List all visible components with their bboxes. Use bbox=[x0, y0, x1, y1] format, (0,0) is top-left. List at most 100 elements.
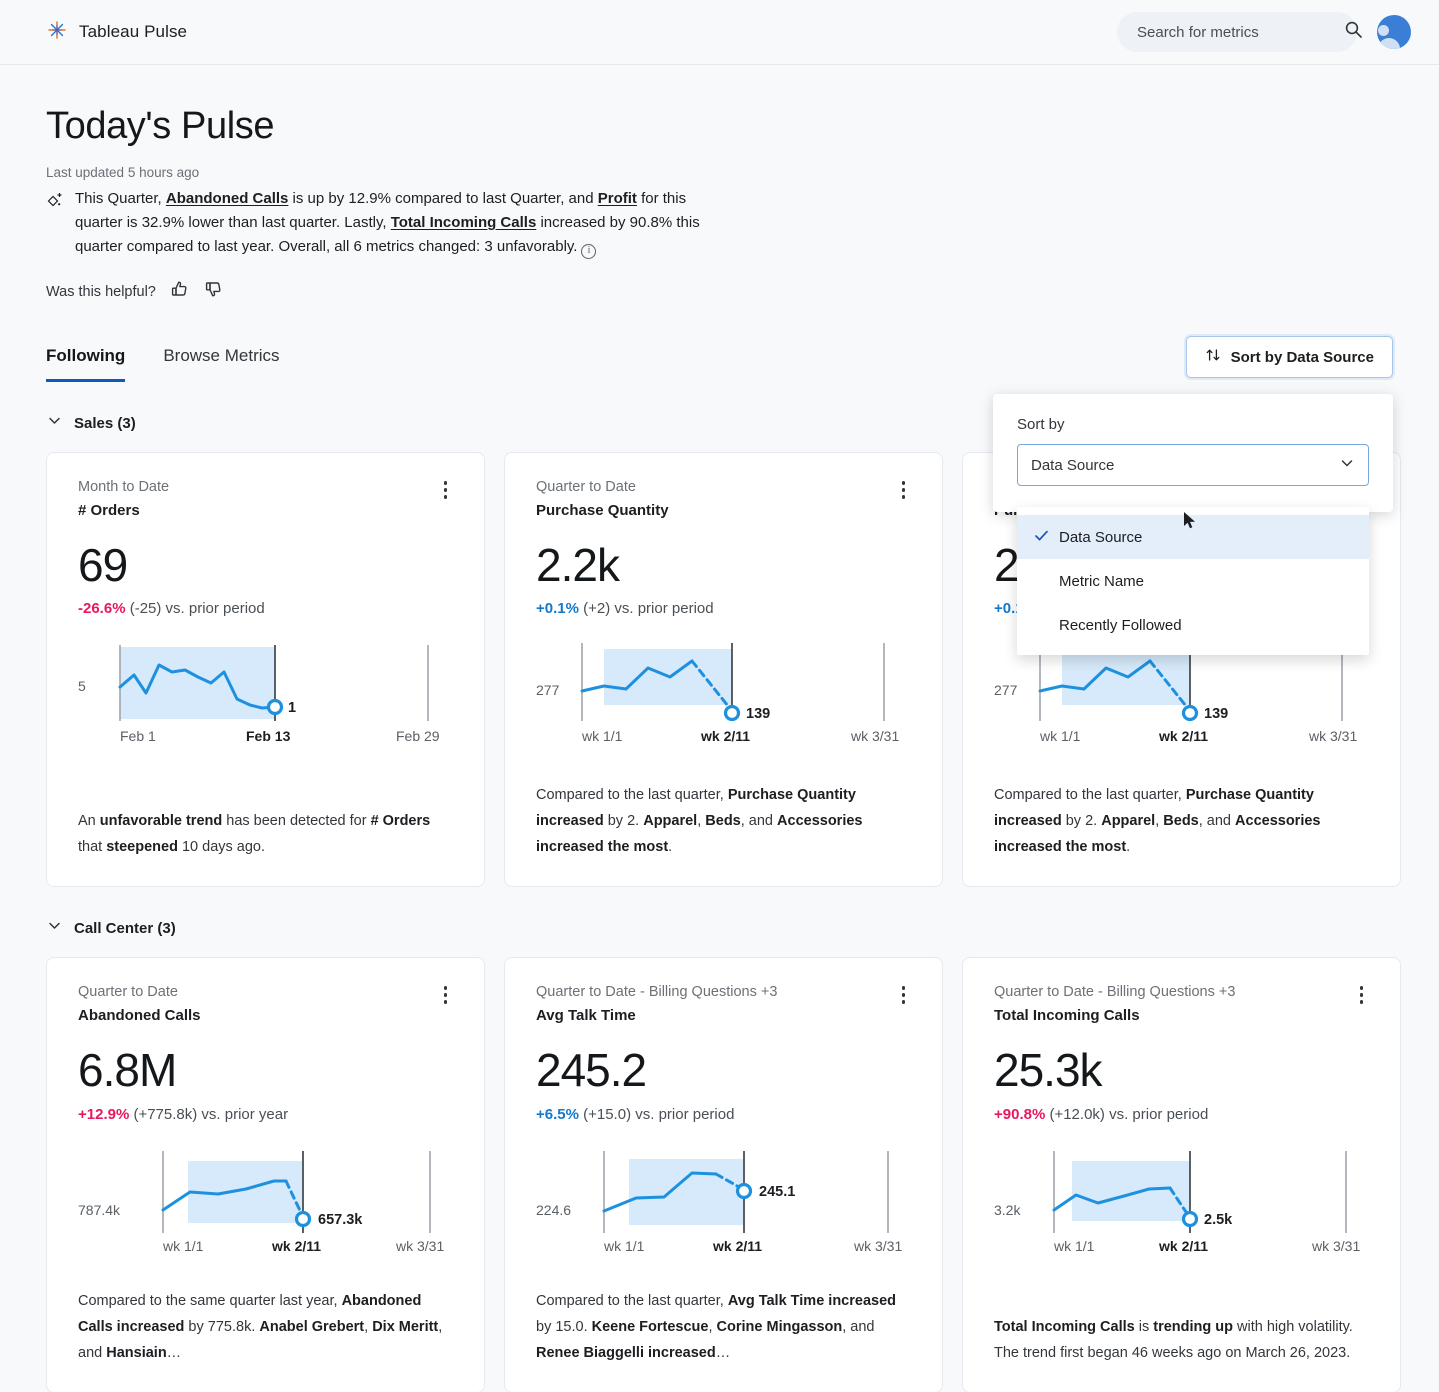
group-header-call-center[interactable]: Call Center (3) bbox=[46, 917, 1393, 939]
chart-y-label: 787.4k bbox=[78, 1202, 121, 1218]
metric-card[interactable]: Quarter to Date - Billing Questions +3 A… bbox=[504, 957, 943, 1392]
tab-browse-metrics[interactable]: Browse Metrics bbox=[163, 346, 279, 382]
card-delta: +12.9% (+775.8k) vs. prior year bbox=[78, 1106, 453, 1123]
chart-x-tick-0: wk 1/1 bbox=[1053, 1238, 1095, 1254]
chart-y-label: 5 bbox=[78, 678, 86, 694]
card-period: Quarter to Date bbox=[78, 982, 201, 1003]
avatar-head bbox=[1378, 25, 1389, 36]
card-insight-text: An unfavorable trend has been detected f… bbox=[78, 782, 453, 860]
avatar[interactable] bbox=[1377, 15, 1411, 49]
chart-x-tick-2: wk 3/31 bbox=[853, 1238, 902, 1254]
thumbs-down-icon[interactable] bbox=[204, 279, 224, 304]
chart-x-tick-0: wk 1/1 bbox=[603, 1238, 645, 1254]
chart-end-label: 139 bbox=[746, 706, 770, 722]
search-box[interactable] bbox=[1117, 12, 1357, 52]
card-delta-pct: +0.1% bbox=[536, 600, 579, 617]
chart-y-label: 277 bbox=[536, 682, 560, 698]
chart-x-tick-0: Feb 1 bbox=[120, 728, 156, 744]
chart-end-label: 139 bbox=[1204, 706, 1228, 722]
insight-link-abandoned-calls[interactable]: Abandoned Calls bbox=[166, 190, 289, 207]
metric-card[interactable]: Quarter to Date - Billing Questions +3 T… bbox=[962, 957, 1401, 1392]
thumbs-up-icon[interactable] bbox=[170, 279, 190, 304]
card-sparkline-chart: 5 1 Feb 1 Feb 13 Feb 29 bbox=[78, 639, 453, 756]
chart-x-tick-1: wk 2/11 bbox=[271, 1238, 321, 1254]
group-title: Call Center (3) bbox=[74, 920, 176, 937]
insight-seg-1: This Quarter, bbox=[75, 190, 166, 207]
tab-list: Following Browse Metrics bbox=[46, 346, 280, 382]
sort-popover: Sort by Data Source Data Source bbox=[993, 394, 1393, 512]
card-delta-pct: -26.6% bbox=[78, 600, 126, 617]
feedback-label: Was this helpful? bbox=[46, 284, 156, 300]
metric-card[interactable]: Month to Date # Orders 69 -26.6% (-25) v… bbox=[46, 452, 485, 887]
card-header: Quarter to Date - Billing Questions +3 A… bbox=[536, 982, 911, 1024]
metric-card[interactable]: Quarter to Date Purchase Quantity 2.2k +… bbox=[504, 452, 943, 887]
info-icon[interactable]: i bbox=[581, 244, 596, 259]
brand[interactable]: Tableau Pulse bbox=[46, 19, 187, 46]
card-delta: +6.5% (+15.0) vs. prior period bbox=[536, 1106, 911, 1123]
tab-following[interactable]: Following bbox=[46, 346, 125, 382]
card-period: Quarter to Date - Billing Questions +3 bbox=[994, 982, 1235, 1003]
card-menu-kebab-icon[interactable] bbox=[896, 982, 912, 1008]
chart-end-label: 657.3k bbox=[318, 1212, 363, 1228]
card-metric-name: Total Incoming Calls bbox=[994, 1007, 1235, 1024]
card-delta-rest: (+15.0) vs. prior period bbox=[579, 1106, 735, 1123]
card-delta-rest: (+2) vs. prior period bbox=[579, 600, 714, 617]
card-delta-rest: (-25) vs. prior period bbox=[126, 600, 265, 617]
card-menu-kebab-icon[interactable] bbox=[438, 477, 454, 503]
sort-option-recently-followed[interactable]: Recently Followed bbox=[1017, 603, 1369, 647]
check-icon bbox=[1033, 527, 1059, 548]
metric-card[interactable]: Quarter to Date Abandoned Calls 6.8M +12… bbox=[46, 957, 485, 1392]
card-header: Quarter to Date Abandoned Calls bbox=[78, 982, 453, 1024]
chart-x-tick-1: wk 2/11 bbox=[712, 1238, 762, 1254]
chart-x-tick-2: wk 3/31 bbox=[1308, 728, 1357, 744]
top-navigation-bar: Tableau Pulse bbox=[0, 0, 1439, 65]
ai-insight-summary: This Quarter, Abandoned Calls is up by 1… bbox=[46, 187, 706, 259]
card-delta-rest: (+775.8k) vs. prior year bbox=[129, 1106, 288, 1123]
chart-end-label: 2.5k bbox=[1204, 1212, 1233, 1228]
tab-following-label: Following bbox=[46, 346, 125, 365]
sort-select-value: Data Source bbox=[1031, 457, 1114, 474]
mouse-cursor-icon bbox=[1183, 511, 1197, 535]
card-insight-text: Compared to the last quarter, Purchase Q… bbox=[994, 756, 1369, 860]
card-sparkline-chart: 277 139 wk 1/1 wk 2/11 wk 3/31 bbox=[994, 639, 1369, 756]
chart-x-tick-2: wk 3/31 bbox=[1311, 1238, 1360, 1254]
chart-x-tick-1: wk 2/11 bbox=[700, 728, 750, 744]
chevron-down-icon bbox=[1339, 455, 1355, 475]
tabs-row: Following Browse Metrics Sort by Data So… bbox=[46, 346, 1393, 382]
sort-option-data-source-label: Data Source bbox=[1059, 529, 1142, 546]
card-period: Quarter to Date bbox=[536, 477, 669, 498]
chart-end-label: 1 bbox=[288, 700, 296, 716]
page-title: Today's Pulse bbox=[46, 105, 1393, 148]
chevron-down-icon[interactable] bbox=[46, 412, 63, 434]
metric-card-grid-call-center: Quarter to Date Abandoned Calls 6.8M +12… bbox=[46, 957, 1393, 1392]
card-insight-text: Compared to the same quarter last year, … bbox=[78, 1262, 453, 1366]
chart-x-tick-2: Feb 29 bbox=[396, 728, 440, 744]
card-sparkline-chart: 3.2k 2.5k wk 1/1 wk 2/11 wk 3/31 bbox=[994, 1145, 1369, 1262]
search-icon[interactable] bbox=[1344, 20, 1363, 44]
feedback-row: Was this helpful? bbox=[46, 279, 1393, 304]
chart-x-tick-1: Feb 13 bbox=[246, 728, 291, 744]
chevron-down-icon[interactable] bbox=[46, 917, 63, 939]
card-metric-name: Abandoned Calls bbox=[78, 1007, 201, 1024]
search-input[interactable] bbox=[1137, 24, 1336, 41]
card-delta-pct: +6.5% bbox=[536, 1106, 579, 1123]
card-menu-kebab-icon[interactable] bbox=[1354, 982, 1370, 1008]
card-delta-rest: (+12.0k) vs. prior period bbox=[1045, 1106, 1208, 1123]
avatar-body bbox=[1378, 38, 1400, 49]
card-menu-kebab-icon[interactable] bbox=[896, 477, 912, 503]
card-header: Month to Date # Orders bbox=[78, 477, 453, 519]
sort-option-metric-name-label: Metric Name bbox=[1059, 573, 1144, 590]
insight-link-total-incoming-calls[interactable]: Total Incoming Calls bbox=[391, 214, 537, 231]
sort-by-data-source-button[interactable]: Sort by Data Source bbox=[1186, 336, 1393, 378]
sort-option-metric-name[interactable]: Metric Name bbox=[1017, 559, 1369, 603]
page-content: Today's Pulse Last updated 5 hours ago T… bbox=[0, 65, 1439, 1392]
insight-link-profit[interactable]: Profit bbox=[598, 190, 637, 207]
card-insight-text: Compared to the last quarter, Purchase Q… bbox=[536, 756, 911, 860]
card-sparkline-chart: 224.6 245.1 wk 1/1 wk 2/11 wk 3/31 bbox=[536, 1145, 911, 1262]
card-value: 25.3k bbox=[994, 1046, 1369, 1094]
sort-button-label: Sort by Data Source bbox=[1231, 349, 1374, 366]
card-header: Quarter to Date - Billing Questions +3 T… bbox=[994, 982, 1369, 1024]
sort-select[interactable]: Data Source bbox=[1017, 444, 1369, 486]
card-menu-kebab-icon[interactable] bbox=[438, 982, 454, 1008]
card-value: 245.2 bbox=[536, 1046, 911, 1094]
